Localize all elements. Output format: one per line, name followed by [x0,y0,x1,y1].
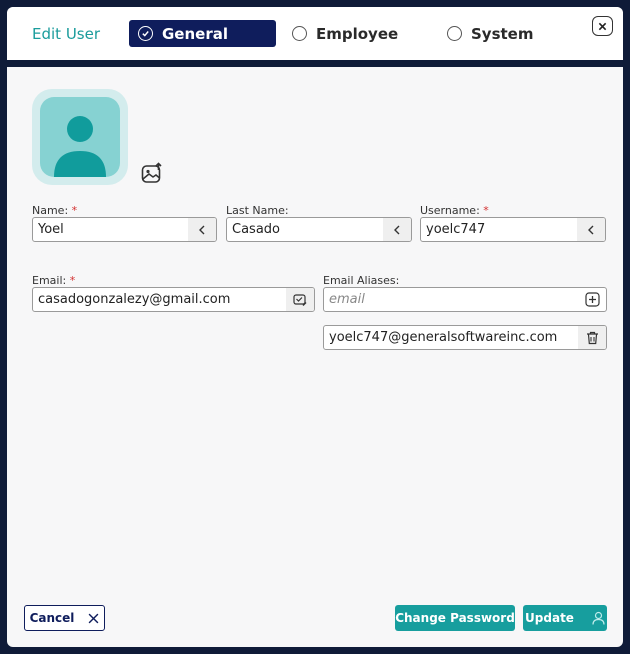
email-alias-placeholder: email [329,292,365,307]
last-name-value: Casado [232,222,280,237]
email-aliases-label-text: Email Aliases: [323,274,400,287]
required-marker: * [483,204,489,217]
user-silhouette-icon [40,97,120,177]
cancel-label: Cancel [29,611,75,625]
name-field[interactable]: Yoel [32,217,217,242]
close-button[interactable] [592,16,613,36]
email-alias-value: yoelc747@generalsoftwareinc.com [329,330,558,345]
dialog-header: Edit User General Employee System [7,7,623,60]
tab-employee-label: Employee [316,24,399,43]
username-label: Username: * [420,204,489,217]
email-label-text: Email: [32,274,67,287]
cancel-button[interactable]: Cancel [24,605,105,631]
dialog-title: Edit User [32,25,101,43]
avatar [32,89,128,185]
username-field[interactable]: yoelc747 [420,217,606,242]
tab-system[interactable]: System [447,20,533,47]
plus-icon [584,292,600,307]
name-label: Name: * [32,204,77,217]
email-label: Email: * [32,274,75,287]
radio-unchecked-icon [292,26,307,41]
tab-general-label: General [162,24,228,43]
update-label: Update [525,611,574,625]
tab-general[interactable]: General [129,20,276,47]
tab-employee[interactable]: Employee [292,20,398,47]
name-value: Yoel [38,222,64,237]
header-divider [7,60,623,67]
name-label-text: Name: [32,204,69,217]
update-button[interactable]: Update [523,605,607,631]
add-alias-button[interactable] [578,288,606,311]
required-marker: * [69,274,76,287]
chevron-left-icon[interactable] [577,218,605,241]
last-name-field[interactable]: Casado [226,217,412,242]
change-password-button[interactable]: Change Password [395,605,515,631]
change-password-label: Change Password [395,611,515,625]
required-marker: * [71,204,78,217]
user-icon [592,611,605,625]
email-alias-item: yoelc747@generalsoftwareinc.com [323,325,607,350]
username-value: yoelc747 [426,222,486,237]
chevron-left-icon[interactable] [383,218,411,241]
image-upload-icon[interactable] [140,161,164,185]
delete-alias-button[interactable] [578,326,606,349]
username-label-text: Username: [420,204,480,217]
edit-user-dialog: Edit User General Employee System Name: … [7,7,623,647]
close-icon [89,613,99,623]
email-value: casadogonzalezy@gmail.com [38,292,231,307]
close-icon [598,22,607,30]
chevron-left-icon[interactable] [188,218,216,241]
trash-icon [586,331,598,344]
radio-unchecked-icon [447,26,462,41]
email-alias-input[interactable]: email [323,287,607,312]
email-aliases-label: Email Aliases: [323,274,399,287]
email-edit-icon[interactable] [286,288,314,311]
last-name-label: Last Name: [226,204,289,217]
last-name-label-text: Last Name: [226,204,289,217]
email-field[interactable]: casadogonzalezy@gmail.com [32,287,315,312]
radio-checked-icon [138,26,153,41]
tab-system-label: System [471,24,534,43]
